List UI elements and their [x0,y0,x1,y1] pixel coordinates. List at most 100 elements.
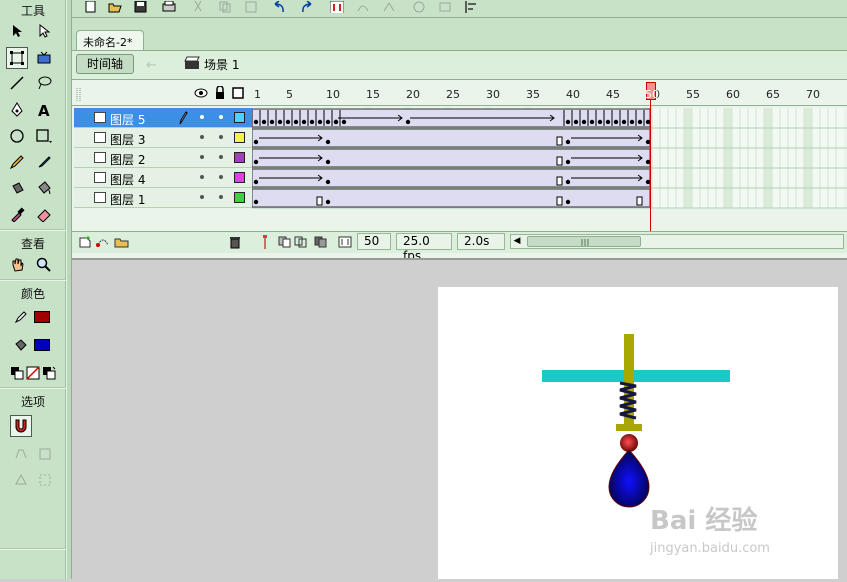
frame-cell-column [756,108,764,208]
visibility-dot[interactable] [200,195,204,199]
lock-dot[interactable] [219,135,223,139]
timeline-hscrollbar[interactable]: ◀ [510,234,844,249]
modify-onion-markers-icon[interactable] [338,236,352,248]
pencil-tool-icon[interactable] [6,151,28,173]
visibility-dot[interactable] [200,135,204,139]
layer-outline-color[interactable] [234,192,245,203]
keyframe-dot [253,139,259,145]
rod-crossbar-shape [616,424,642,431]
frame-rate-field[interactable]: 25.0 fps [396,233,452,263]
layer-row[interactable]: 图层 5 [74,108,252,128]
edit-multiple-frames-icon[interactable] [314,236,328,248]
scene-clapper-icon [184,56,200,69]
scroll-thumb[interactable] [527,236,641,247]
scene-label[interactable]: 场景 1 [204,56,239,73]
watermark-url: jingyan.baidu.com [650,541,770,556]
stage-canvas[interactable] [438,287,838,579]
scroll-left-arrow-icon[interactable]: ◀ [511,235,523,248]
stroke-color-swatch[interactable] [34,311,50,323]
visibility-dot[interactable] [200,175,204,179]
end-frame-marker [636,196,643,206]
keyframe-dot [317,119,323,125]
pen-tool-icon[interactable] [6,99,28,121]
fill-color-swatch[interactable] [34,339,50,351]
lock-dot[interactable] [219,115,223,119]
redo-icon[interactable] [300,1,314,13]
paint-bucket-tool-icon[interactable] [33,177,55,199]
frame-grid[interactable] [252,82,847,232]
hand-tool-icon[interactable] [6,254,28,276]
frame-cell-column [740,108,748,208]
layer-row[interactable]: 图层 1 [74,188,252,208]
grip-icon[interactable] [76,88,82,102]
ink-bottle-tool-icon[interactable] [6,177,28,199]
frame-grid-svg[interactable] [252,82,847,232]
add-motion-guide-icon[interactable] [96,235,110,249]
main-toolbar [72,0,847,18]
save-icon[interactable] [134,1,148,13]
line-tool-icon[interactable] [6,72,28,94]
lock-dot[interactable] [219,175,223,179]
print-icon[interactable] [162,1,176,13]
brush-tool-icon[interactable] [33,151,55,173]
layers-header [72,82,252,106]
frame-cell-column [668,108,676,208]
oval-tool-icon[interactable] [6,125,28,147]
layer-row[interactable]: 图层 3 [74,128,252,148]
lock-dot[interactable] [219,155,223,159]
layer-outline-color[interactable] [234,152,245,163]
layer-outline-color[interactable] [234,112,245,123]
onion-outline-icon[interactable] [294,236,308,248]
frame-cell-column [660,108,668,208]
lasso-tool-icon[interactable] [33,72,55,94]
rectangle-tool-icon[interactable] [33,125,55,147]
layer-row[interactable]: 图层 2 [74,148,252,168]
outline-icon[interactable] [232,87,244,99]
new-document-icon[interactable] [84,1,98,13]
eyedropper-tool-icon[interactable] [6,203,28,225]
layer-name: 图层 3 [110,133,146,147]
insert-layer-icon[interactable] [78,235,92,249]
document-tab[interactable]: 未命名-2* [76,30,144,50]
straighten-toolbar-icon [383,2,395,12]
center-frame-icon[interactable] [260,235,270,249]
onion-skin-icon[interactable] [278,236,292,248]
layer-outline-color[interactable] [234,132,245,143]
snap-to-objects-icon[interactable] [330,1,344,13]
layer-outline-color[interactable] [234,172,245,183]
open-folder-icon[interactable] [108,1,122,13]
layer-row[interactable]: 图层 4 [74,168,252,188]
visibility-dot[interactable] [200,115,204,119]
subselect-tool-icon[interactable] [33,20,55,42]
zoom-tool-icon[interactable] [33,254,55,276]
scroll-grip-icon [581,239,589,246]
keyframe-dot [269,119,275,125]
eraser-tool-icon[interactable] [33,203,55,225]
visibility-dot[interactable] [200,155,204,159]
snap-magnet-icon[interactable] [10,415,32,437]
eye-icon[interactable] [194,87,208,99]
current-frame-field[interactable]: 50 [357,233,391,250]
frame-cell-column [812,108,820,208]
frame-cell-column [764,108,772,208]
keyframe-dot [333,119,339,125]
layer-page-icon [94,172,106,183]
align-icon[interactable] [464,1,478,13]
arrow-tool-icon[interactable] [6,20,28,42]
document-tab-strip [72,18,847,50]
lock-dot[interactable] [219,195,223,199]
text-tool-icon[interactable]: A [33,99,55,121]
frame-cell-column [828,108,836,208]
keyframe-dot [325,139,331,145]
undo-icon[interactable] [272,1,286,13]
insert-folder-icon[interactable] [114,235,130,249]
view-title: 查看 [20,237,45,251]
lock-icon[interactable] [214,86,226,100]
cut-icon [194,1,202,12]
free-transform-tool-icon[interactable] [6,47,28,69]
swap-colors-icon[interactable] [38,362,60,384]
end-frame-marker [556,136,563,146]
timeline-toggle-button[interactable]: 时间轴 [76,54,134,74]
fill-transform-tool-icon[interactable] [33,47,55,69]
delete-layer-icon[interactable] [228,235,242,249]
